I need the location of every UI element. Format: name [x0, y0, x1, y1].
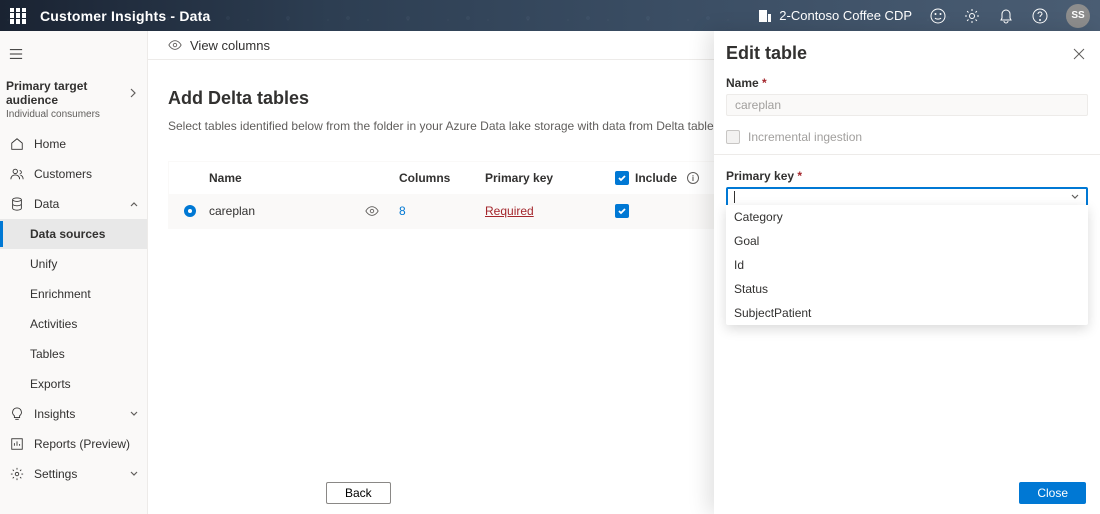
dropdown-item-category[interactable]: Category — [726, 205, 1088, 229]
include-checkbox[interactable] — [615, 204, 629, 218]
primary-key-combobox[interactable]: Category Goal Id Status SubjectPatient — [726, 187, 1088, 207]
nav-label: Data — [34, 197, 59, 211]
nav-unify[interactable]: Unify — [0, 249, 147, 279]
view-columns-link[interactable]: View columns — [190, 38, 270, 53]
dropdown-item-goal[interactable]: Goal — [726, 229, 1088, 253]
top-bar: Customer Insights - Data 2-Contoso Coffe… — [0, 0, 1100, 31]
primary-key-label: Primary key * — [726, 169, 1088, 183]
smiley-icon[interactable] — [930, 8, 946, 24]
dropdown-item-id[interactable]: Id — [726, 253, 1088, 277]
col-header-name: Name — [209, 171, 399, 185]
divider — [714, 154, 1100, 155]
nav-label: Enrichment — [30, 287, 91, 301]
nav-reports[interactable]: Reports (Preview) — [0, 429, 147, 459]
nav-label: Insights — [34, 407, 75, 421]
chevron-down-icon — [129, 409, 139, 419]
nav-customers[interactable]: Customers — [0, 159, 147, 189]
eye-icon[interactable] — [365, 204, 379, 218]
nav-data-sources[interactable]: Data sources — [0, 219, 147, 249]
chevron-right-icon — [127, 87, 139, 99]
sidebar: Primary target audience Individual consu… — [0, 31, 148, 514]
edit-table-panel: Edit table Name * Incremental ingestion … — [714, 31, 1100, 514]
primary-key-input[interactable] — [734, 190, 1070, 204]
nav-label: Customers — [34, 167, 92, 181]
include-all-checkbox[interactable] — [615, 171, 629, 185]
back-button[interactable]: Back — [326, 482, 391, 504]
nav-activities[interactable]: Activities — [0, 309, 147, 339]
app-launcher-icon[interactable] — [10, 8, 26, 24]
col-header-include: Include — [635, 171, 677, 185]
hamburger-button[interactable] — [0, 31, 147, 77]
avatar[interactable]: SS — [1066, 4, 1090, 28]
columns-link[interactable]: 8 — [399, 204, 406, 218]
people-icon — [10, 167, 24, 181]
nav-exports[interactable]: Exports — [0, 369, 147, 399]
primary-key-required-link[interactable]: Required — [485, 204, 534, 218]
panel-title: Edit table — [726, 43, 807, 64]
nav-label: Home — [34, 137, 66, 151]
chevron-down-icon[interactable] — [1070, 192, 1080, 202]
nav-label: Data sources — [30, 227, 105, 241]
nav-tables[interactable]: Tables — [0, 339, 147, 369]
nav-label: Tables — [30, 347, 65, 361]
nav-data[interactable]: Data — [0, 189, 147, 219]
nav-label: Activities — [30, 317, 77, 331]
close-button[interactable]: Close — [1019, 482, 1086, 504]
nav-label: Reports (Preview) — [34, 437, 130, 451]
dropdown-item-status[interactable]: Status — [726, 277, 1088, 301]
close-icon[interactable] — [1072, 47, 1086, 61]
name-field — [726, 94, 1088, 116]
row-selected-indicator — [184, 205, 196, 217]
org-name: 2-Contoso Coffee CDP — [779, 8, 912, 23]
brand-title: Customer Insights - Data — [40, 8, 211, 24]
nav-settings[interactable]: Settings — [0, 459, 147, 489]
incremental-checkbox — [726, 130, 740, 144]
eye-icon — [168, 38, 182, 52]
audience-label: Primary target audience — [6, 79, 137, 108]
help-icon[interactable] — [1032, 8, 1048, 24]
chevron-up-icon — [129, 199, 139, 209]
nav-enrichment[interactable]: Enrichment — [0, 279, 147, 309]
org-selector[interactable]: 2-Contoso Coffee CDP — [757, 8, 912, 24]
incremental-label: Incremental ingestion — [748, 130, 862, 144]
building-icon — [757, 8, 773, 24]
database-icon — [10, 197, 24, 211]
nav-label: Exports — [30, 377, 71, 391]
gear-icon — [10, 467, 24, 481]
lightbulb-icon — [10, 407, 24, 421]
dropdown-item-subjectpatient[interactable]: SubjectPatient — [726, 301, 1088, 325]
col-header-primary-key: Primary key — [485, 171, 615, 185]
nav-label: Settings — [34, 467, 77, 481]
row-name: careplan — [209, 204, 255, 218]
col-header-columns: Columns — [399, 171, 485, 185]
nav-label: Unify — [30, 257, 57, 271]
nav-insights[interactable]: Insights — [0, 399, 147, 429]
chevron-down-icon — [129, 469, 139, 479]
gear-icon[interactable] — [964, 8, 980, 24]
home-icon — [10, 137, 24, 151]
bell-icon[interactable] — [998, 8, 1014, 24]
info-icon[interactable]: i — [687, 172, 699, 184]
audience-sub: Individual consumers — [6, 109, 137, 121]
report-icon — [10, 437, 24, 451]
audience-selector[interactable]: Primary target audience Individual consu… — [0, 77, 147, 129]
nav-home[interactable]: Home — [0, 129, 147, 159]
name-label: Name * — [726, 76, 1088, 90]
primary-key-dropdown: Category Goal Id Status SubjectPatient — [726, 205, 1088, 325]
